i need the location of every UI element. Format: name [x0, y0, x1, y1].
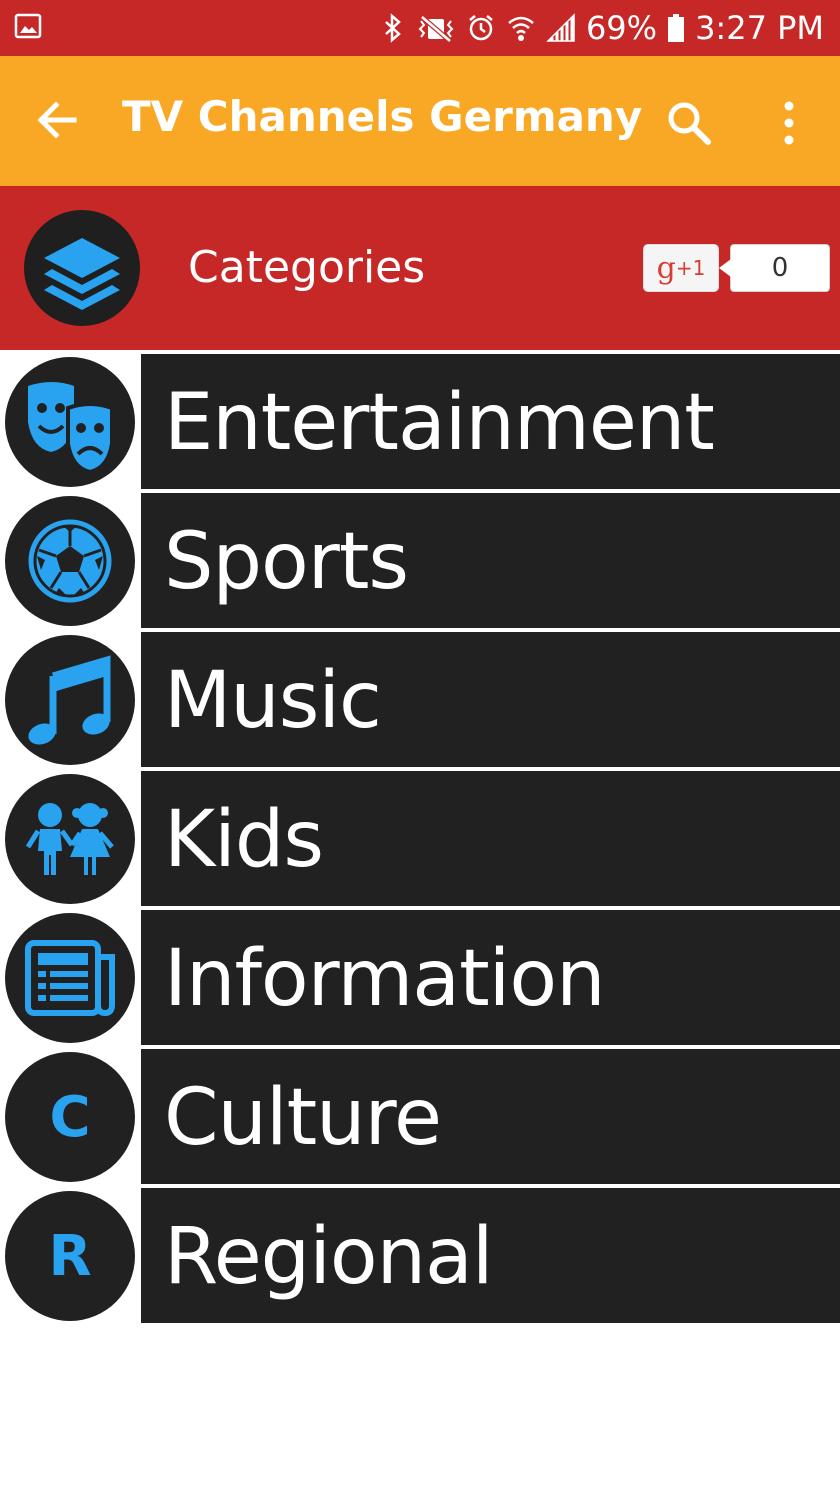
newspaper-icon: [25, 940, 115, 1017]
regional-letter-icon: R: [48, 1223, 92, 1289]
category-label: Sports: [164, 517, 409, 607]
music-note-icon: [28, 655, 111, 745]
categories-header: Categories g +1 0: [0, 186, 840, 350]
category-row-kids[interactable]: Kids: [0, 771, 840, 906]
status-bar: 69% 3:27 PM: [0, 0, 840, 56]
google-plus-count: 0: [719, 244, 830, 292]
soccer-ball-icon: [28, 519, 112, 603]
bluetooth-icon: [385, 13, 401, 43]
more-options-icon[interactable]: [772, 98, 806, 148]
signal-icon: [546, 13, 575, 42]
layers-logo: [24, 210, 140, 326]
music-icon-circle: [5, 635, 135, 765]
google-plus-one-button[interactable]: g +1: [643, 244, 719, 292]
category-label: Regional: [164, 1212, 493, 1302]
category-list: Entertainment Sports Music Kids Informat…: [0, 354, 840, 1327]
gallery-notification-icon: [14, 13, 42, 39]
entertainment-icon-circle: [5, 357, 135, 487]
category-row-sports[interactable]: Sports: [0, 493, 840, 628]
category-row-information[interactable]: Information: [0, 910, 840, 1045]
categories-title: Categories: [188, 242, 426, 293]
category-row-entertainment[interactable]: Entertainment: [0, 354, 840, 489]
vibrate-mute-icon: [418, 15, 454, 43]
sports-icon-circle: [5, 496, 135, 626]
search-icon[interactable]: [664, 98, 714, 148]
alarm-icon: [469, 15, 493, 41]
layers-icon: [44, 238, 120, 310]
culture-icon-circle: C: [5, 1052, 135, 1182]
culture-letter-icon: C: [49, 1084, 91, 1150]
category-label: Music: [164, 656, 382, 746]
gplus-plus-one: +1: [675, 256, 706, 280]
app-bar: TV Channels Germany: [0, 56, 840, 186]
wifi-icon: [508, 16, 534, 41]
back-arrow-icon[interactable]: [34, 96, 82, 144]
regional-icon-circle: R: [5, 1191, 135, 1321]
category-label: Culture: [164, 1073, 442, 1163]
clock: 3:27 PM: [695, 9, 824, 47]
theater-masks-icon: [28, 382, 114, 475]
kids-icon: [25, 803, 114, 875]
category-row-music[interactable]: Music: [0, 632, 840, 767]
kids-icon-circle: [5, 774, 135, 904]
information-icon-circle: [5, 913, 135, 1043]
gplus-g: g: [656, 250, 676, 286]
category-label: Entertainment: [164, 378, 715, 468]
category-row-culture[interactable]: C Culture: [0, 1049, 840, 1184]
category-label: Kids: [164, 795, 324, 885]
category-label: Information: [164, 934, 606, 1024]
battery-percent: 69%: [585, 9, 658, 47]
app-title: TV Channels Germany: [122, 92, 643, 141]
battery-icon: [668, 14, 685, 42]
category-row-regional[interactable]: R Regional: [0, 1188, 840, 1323]
